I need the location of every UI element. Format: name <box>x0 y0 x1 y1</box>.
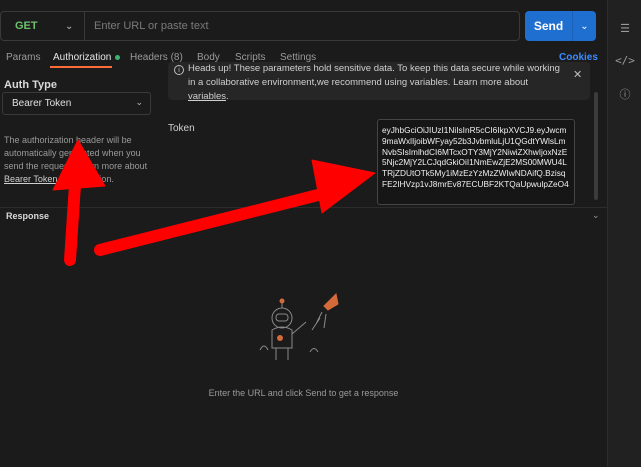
tab-authorization[interactable]: Authorization <box>53 52 121 63</box>
status-dot-icon <box>115 54 121 60</box>
url-input[interactable] <box>85 12 519 40</box>
banner-text: Heads up! These parameters hold sensitiv… <box>188 62 568 104</box>
send-button[interactable]: Send ⌄ <box>525 11 596 41</box>
auth-type-label: Auth Type <box>4 79 57 91</box>
bearer-token-link[interactable]: Bearer Token <box>4 174 57 184</box>
send-options-chevron-icon[interactable]: ⌄ <box>572 11 596 41</box>
chevron-down-icon: ⌄ <box>135 97 143 107</box>
auth-desc-line: send the request. Learn more about <box>4 161 148 171</box>
auth-desc-line: The authorization header will be <box>4 135 132 145</box>
auth-desc-line: automatically generated when you <box>4 148 141 158</box>
variables-link[interactable]: variables <box>188 91 226 102</box>
scrollbar[interactable] <box>594 92 598 200</box>
token-input[interactable]: eyJhbGciOiJIUzI1NiIsInR5cCI6IkpXVCJ9.eyJ… <box>377 119 575 205</box>
send-label: Send <box>533 19 564 33</box>
request-workspace: GET ⌄ Send ⌄ Params Authorization Header… <box>0 0 607 467</box>
response-label: Response <box>6 211 50 221</box>
banner-message: Heads up! These parameters hold sensitiv… <box>188 63 560 88</box>
documentation-icon[interactable]: ☰ <box>617 20 633 36</box>
info-icon: i <box>174 65 184 75</box>
banner-suffix: . <box>226 91 229 102</box>
close-icon[interactable]: ✕ <box>573 68 582 81</box>
auth-description: The authorization header will be automat… <box>4 134 154 186</box>
auth-desc-line: Bearer Token authorization. <box>4 174 114 184</box>
tab-params[interactable]: Params <box>6 52 40 63</box>
chevron-down-icon: ⌄ <box>65 21 74 32</box>
right-sidebar: ☰ </> ⓘ <box>607 0 641 467</box>
info-icon[interactable]: ⓘ <box>617 86 633 102</box>
tab-authorization-label: Authorization <box>53 52 112 63</box>
sensitive-data-banner: i Heads up! These parameters hold sensit… <box>168 62 590 102</box>
url-bar: GET ⌄ <box>0 11 520 41</box>
empty-response-message: Enter the URL and click Send to get a re… <box>208 388 399 398</box>
code-icon[interactable]: </> <box>615 52 635 68</box>
chevron-down-icon[interactable]: ⌄ <box>592 210 600 221</box>
active-tab-indicator <box>50 66 112 68</box>
method-label: GET <box>15 20 38 32</box>
divider <box>0 207 607 208</box>
auth-type-value: Bearer Token <box>12 98 72 109</box>
auth-type-select[interactable]: Bearer Token ⌄ <box>2 92 151 115</box>
astronaut-illustration <box>259 292 339 360</box>
token-label: Token <box>168 123 195 134</box>
